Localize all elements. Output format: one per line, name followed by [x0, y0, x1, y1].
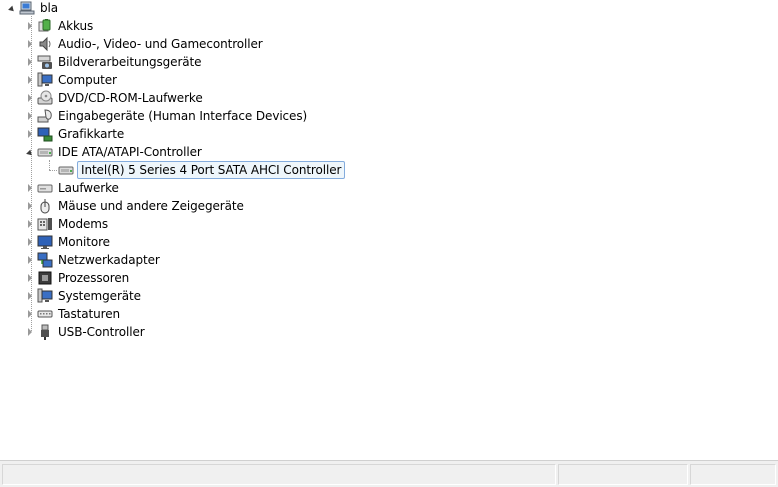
expand-arrow-icon[interactable] [25, 53, 34, 71]
expand-arrow-icon[interactable] [25, 17, 34, 35]
battery-icon [37, 18, 53, 34]
tree-item-label: Laufwerke [58, 181, 119, 195]
tree-item-label: Audio-, Video- und Gamecontroller [58, 37, 263, 51]
tree-item-modems[interactable]: Modems [25, 215, 110, 233]
hid-icon [37, 108, 53, 124]
tree-item-dvd[interactable]: DVD/CD-ROM-Laufwerke [25, 89, 205, 107]
ide-controller-icon [58, 162, 74, 178]
tree-item-hid[interactable]: Eingabegeräte (Human Interface Devices) [25, 107, 309, 125]
tree-item-ide[interactable]: IDE ATA/ATAPI-Controller [25, 143, 204, 161]
tree-item-akkus[interactable]: Akkus [25, 17, 95, 35]
expand-arrow-icon[interactable] [25, 269, 34, 287]
status-panel-right [690, 464, 776, 485]
tree-item-label: Akkus [58, 19, 94, 33]
mouse-icon [37, 198, 53, 214]
tree-item-label: Bildverarbeitungsgeräte [58, 55, 202, 69]
modem-icon [37, 216, 53, 232]
optical-drive-icon [37, 90, 53, 106]
expand-arrow-icon[interactable] [25, 89, 34, 107]
expand-arrow-icon[interactable] [25, 251, 34, 269]
tree-item-imaging[interactable]: Bildverarbeitungsgeräte [25, 53, 203, 71]
tree-item-label: Computer [58, 73, 117, 87]
tree-item-label: DVD/CD-ROM-Laufwerke [58, 91, 203, 105]
tree-item-mice[interactable]: Mäuse und andere Zeigegeräte [25, 197, 246, 215]
tree-item-label: Netzwerkadapter [58, 253, 160, 267]
tree-item-computer[interactable]: Computer [25, 71, 119, 89]
speaker-icon [37, 36, 53, 52]
expand-arrow-icon[interactable] [25, 323, 34, 341]
expand-arrow-icon[interactable] [25, 179, 34, 197]
status-panel-middle [558, 464, 688, 485]
expand-arrow-icon[interactable] [25, 35, 34, 53]
monitor-icon [37, 234, 53, 250]
tree-item-label: USB-Controller [58, 325, 145, 339]
camera-scanner-icon [37, 54, 53, 70]
tree-item-sata-controller[interactable]: Intel(R) 5 Series 4 Port SATA AHCI Contr… [46, 161, 346, 179]
tree-item-disk-drives[interactable]: Laufwerke [25, 179, 121, 197]
tree-item-processors[interactable]: Prozessoren [25, 269, 131, 287]
device-tree[interactable]: bla Akkus Audio-, Video- und Gamecontrol… [0, 0, 778, 460]
computer-root-icon [19, 0, 35, 16]
processor-icon [37, 270, 53, 286]
tree-item-label: Eingabegeräte (Human Interface Devices) [58, 109, 308, 123]
tree-root-label: bla [40, 1, 59, 15]
expand-arrow-icon[interactable] [25, 107, 34, 125]
expand-arrow-icon[interactable] [25, 215, 34, 233]
tree-item-audio[interactable]: Audio-, Video- und Gamecontroller [25, 35, 265, 53]
usb-icon [37, 324, 53, 340]
ide-controller-icon [37, 144, 53, 160]
tree-item-label: Monitore [58, 235, 110, 249]
network-adapter-icon [37, 252, 53, 268]
keyboard-icon [37, 306, 53, 322]
tree-item-usb[interactable]: USB-Controller [25, 323, 147, 341]
collapse-arrow-icon[interactable] [25, 143, 34, 161]
expand-arrow-icon[interactable] [25, 197, 34, 215]
tree-item-label: Tastaturen [58, 307, 120, 321]
tree-item-label: Systemgeräte [58, 289, 141, 303]
display-adapter-icon [37, 126, 53, 142]
tree-item-display-adapter[interactable]: Grafikkarte [25, 125, 126, 143]
tree-item-label: Grafikkarte [58, 127, 125, 141]
expand-arrow-icon[interactable] [25, 71, 34, 89]
tree-item-label: IDE ATA/ATAPI-Controller [58, 145, 202, 159]
tree-item-label: Prozessoren [58, 271, 130, 285]
expand-arrow-icon[interactable] [25, 305, 34, 323]
tree-item-system-devices[interactable]: Systemgeräte [25, 287, 143, 305]
monitor-pc-icon [37, 72, 53, 88]
expand-arrow-icon[interactable] [25, 125, 34, 143]
status-bar [0, 460, 778, 487]
collapse-arrow-icon[interactable] [7, 0, 16, 17]
tree-item-network[interactable]: Netzwerkadapter [25, 251, 162, 269]
tree-item-label: Intel(R) 5 Series 4 Port SATA AHCI Contr… [77, 161, 346, 179]
tree-root[interactable]: bla [7, 0, 60, 17]
tree-item-label: Modems [58, 217, 109, 231]
system-device-icon [37, 288, 53, 304]
tree-item-monitors[interactable]: Monitore [25, 233, 112, 251]
tree-item-keyboards[interactable]: Tastaturen [25, 305, 122, 323]
expand-arrow-icon[interactable] [25, 287, 34, 305]
expand-arrow-icon[interactable] [25, 233, 34, 251]
tree-item-label: Mäuse und andere Zeigegeräte [58, 199, 244, 213]
disk-drive-icon [37, 180, 53, 196]
status-panel-main [2, 464, 556, 485]
